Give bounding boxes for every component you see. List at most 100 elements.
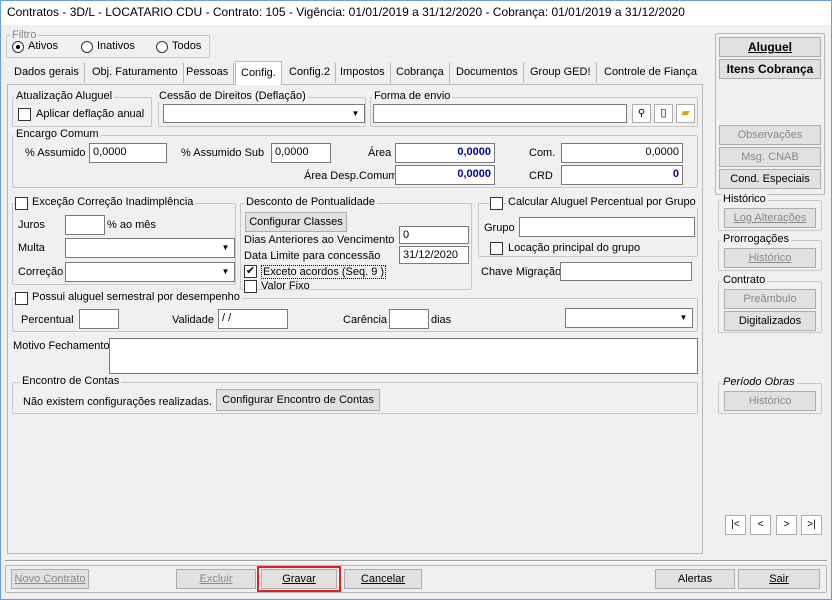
cessao-select[interactable] (163, 104, 365, 123)
configurar-encontro-button[interactable]: Configurar Encontro de Contas (216, 389, 380, 411)
tab-controle-fianca[interactable]: Controle de Fiança (599, 63, 702, 83)
chevron-down-icon[interactable]: ▼ (348, 106, 363, 122)
radio-ativos-label[interactable]: Ativos (28, 40, 58, 52)
tab-config2[interactable]: Config.2 (284, 63, 336, 83)
multa-select[interactable] (65, 238, 235, 258)
area-desp-input[interactable]: 0,0000 (395, 165, 495, 185)
sair-button[interactable]: Sair (738, 569, 820, 589)
nav-next-button[interactable]: > (776, 515, 797, 535)
excluir-label: Excluir (199, 573, 233, 585)
periodo-historico-button[interactable]: Histórico (724, 391, 816, 411)
carencia-dias-label: dias (431, 314, 452, 326)
tab-pessoas[interactable]: Pessoas (181, 63, 235, 83)
binoculars-icon[interactable]: ⚲ (632, 104, 651, 123)
valor-fixo-label: Valor Fixo (261, 280, 310, 292)
chevron-down-icon[interactable]: ▼ (218, 240, 233, 256)
cancelar-label: Cancelar (360, 573, 406, 585)
data-limite-input[interactable]: 31/12/2020 (399, 246, 469, 264)
com-input[interactable]: 0,0000 (561, 143, 683, 163)
nav-first-button[interactable]: |< (725, 515, 746, 535)
excecao-checkbox[interactable] (15, 197, 28, 210)
exceto-acordos-label: Exceto acordos (Seq. 9 ) (261, 265, 387, 279)
assumido-sub-input[interactable]: 0,0000 (271, 143, 331, 163)
folder-icon[interactable]: ▰ (676, 104, 695, 123)
tab-obj-faturamento[interactable]: Obj. Faturamento (87, 63, 184, 83)
forma-envio-input[interactable] (373, 104, 627, 123)
tab-cobranca[interactable]: Cobrança (391, 63, 450, 83)
periodo-obras-label: Período Obras (721, 376, 797, 388)
preambulo-button[interactable]: Preâmbulo (724, 289, 816, 309)
percentual-input[interactable] (79, 309, 119, 329)
percentual-label: Percentual (21, 314, 74, 326)
cessao-label: Cessão de Direitos (Deflação) (157, 90, 308, 102)
prorrogacoes-historico-button[interactable]: Histórico (724, 248, 816, 268)
semestral-checkbox[interactable] (15, 292, 28, 305)
tab-dados-gerais[interactable]: Dados gerais (9, 63, 85, 83)
aluguel-button[interactable]: Aluguel (719, 37, 821, 57)
dias-input[interactable]: 0 (399, 226, 469, 244)
gravar-label: Gravar (282, 573, 316, 585)
locacao-principal-checkbox[interactable] (490, 242, 503, 255)
msg-cnab-button[interactable]: Msg. CNAB (719, 147, 821, 167)
alertas-button[interactable]: Alertas (655, 569, 735, 589)
semestral-group: Possui aluguel semestral por desempenho … (12, 291, 698, 332)
assumido-input[interactable]: 0,0000 (89, 143, 167, 163)
periodo-obras-group: Período Obras Histórico (718, 376, 822, 414)
nav-prev-button[interactable]: < (750, 515, 771, 535)
carencia-input[interactable] (389, 309, 429, 329)
itens-cobranca-button[interactable]: Itens Cobrança (719, 59, 821, 79)
digitalizados-button[interactable]: Digitalizados (724, 311, 816, 331)
correcao-select[interactable] (65, 262, 235, 282)
forma-envio-group: Forma de envio ⚲ ▯ ▰ (370, 90, 698, 127)
excluir-button[interactable]: Excluir (176, 569, 256, 589)
grupo-label: Grupo (484, 222, 515, 234)
contrato-group: Contrato Preâmbulo Digitalizados (718, 274, 822, 333)
juros-input[interactable] (65, 215, 105, 235)
radio-inativos[interactable] (81, 41, 93, 53)
tab-impostos[interactable]: Impostos (335, 63, 391, 83)
tab-group-ged[interactable]: Group GED! (525, 63, 597, 83)
aplicar-deflacao-checkbox[interactable] (18, 108, 31, 121)
semestral-select[interactable] (565, 308, 693, 328)
calc-grupo-checkbox[interactable] (490, 197, 503, 210)
config-panel: Atualização Aluguel Aplicar deflação anu… (7, 84, 703, 554)
filter-group: Filtro Ativos Inativos Todos (6, 29, 210, 58)
cancelar-button[interactable]: Cancelar (344, 569, 422, 589)
radio-ativos[interactable] (12, 41, 24, 53)
desconto-label: Desconto de Pontualidade (244, 196, 378, 208)
motivo-textarea[interactable] (109, 338, 698, 374)
radio-inativos-label[interactable]: Inativos (97, 40, 135, 52)
calc-grupo-label: Calcular Aluguel Percentual por Grupo (506, 196, 698, 208)
chevron-down-icon[interactable]: ▼ (218, 264, 233, 280)
crd-input[interactable]: 0 (561, 165, 683, 185)
calc-grupo-group: Calcular Aluguel Percentual por Grupo Gr… (478, 196, 698, 257)
area-input[interactable]: 0,0000 (395, 143, 495, 163)
exceto-acordos-checkbox[interactable]: ✔ (244, 265, 257, 278)
area-desp-label: Área Desp.Comum (304, 170, 398, 182)
observacoes-button[interactable]: Observações (719, 125, 821, 145)
historico-label: Histórico (721, 193, 768, 205)
chevron-down-icon[interactable]: ▼ (676, 310, 691, 326)
window-title: Contratos - 3D/L - LOCATARIO CDU - Contr… (1, 1, 831, 25)
radio-todos[interactable] (156, 41, 168, 53)
log-alteracoes-button[interactable]: Log Alterações (724, 208, 816, 228)
grupo-input[interactable] (519, 217, 695, 237)
tab-config[interactable]: Config. (235, 61, 282, 85)
valor-fixo-checkbox[interactable] (244, 280, 257, 293)
cond-especiais-button[interactable]: Cond. Especiais (719, 169, 821, 189)
excecao-group: Exceção Correção Inadimplência Juros % a… (12, 196, 236, 285)
nav-last-button[interactable]: >| (801, 515, 822, 535)
atualizacao-label: Atualização Aluguel (14, 90, 115, 102)
radio-todos-label[interactable]: Todos (172, 40, 201, 52)
gravar-button[interactable]: Gravar (261, 569, 337, 589)
tab-documentos[interactable]: Documentos (451, 63, 524, 83)
aluguel-label: Aluguel (748, 40, 792, 54)
validade-input[interactable]: / / (218, 309, 288, 329)
novo-contrato-button[interactable]: Novo Contrato (11, 569, 89, 589)
atualizacao-group: Atualização Aluguel Aplicar deflação anu… (12, 90, 152, 127)
contract-window: Contratos - 3D/L - LOCATARIO CDU - Contr… (0, 0, 832, 600)
chave-migracao-input[interactable] (560, 262, 692, 281)
new-document-icon[interactable]: ▯ (654, 104, 673, 123)
forma-envio-label: Forma de envio (372, 90, 453, 102)
configurar-classes-button[interactable]: Configurar Classes (245, 212, 347, 232)
